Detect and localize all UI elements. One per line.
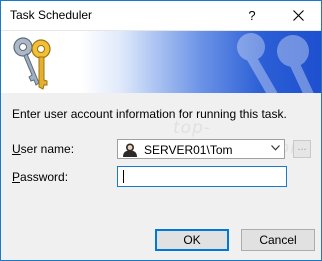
user-name-value: SERVER01\Tom (144, 143, 233, 157)
title-bar: Task Scheduler ? (1, 1, 321, 31)
user-avatar-icon (123, 143, 137, 157)
close-icon (292, 10, 304, 21)
browse-user-button[interactable]: ... (293, 140, 311, 158)
password-label-rest: assword: (20, 170, 69, 184)
user-name-label: User name: (12, 142, 74, 156)
password-input[interactable] (117, 166, 287, 187)
window-title: Task Scheduler (10, 8, 93, 22)
close-button[interactable] (275, 1, 321, 30)
chevron-down-icon[interactable] (271, 145, 280, 151)
text-caret (123, 170, 124, 183)
ok-button[interactable]: OK (155, 229, 229, 251)
keys-icon (13, 37, 51, 90)
keys-watermark-icon (237, 33, 320, 93)
user-name-label-accel: U (12, 142, 21, 156)
help-button[interactable]: ? (229, 1, 275, 30)
user-name-combobox[interactable]: SERVER01\Tom (117, 139, 285, 159)
task-scheduler-dialog: Task Scheduler ? Enter user account info… (0, 0, 322, 261)
header-banner (1, 31, 321, 93)
user-name-label-rest: ser name: (20, 142, 75, 156)
password-label: Password: (12, 170, 68, 184)
cancel-button[interactable]: Cancel (241, 229, 315, 251)
password-label-accel: P (12, 170, 21, 184)
